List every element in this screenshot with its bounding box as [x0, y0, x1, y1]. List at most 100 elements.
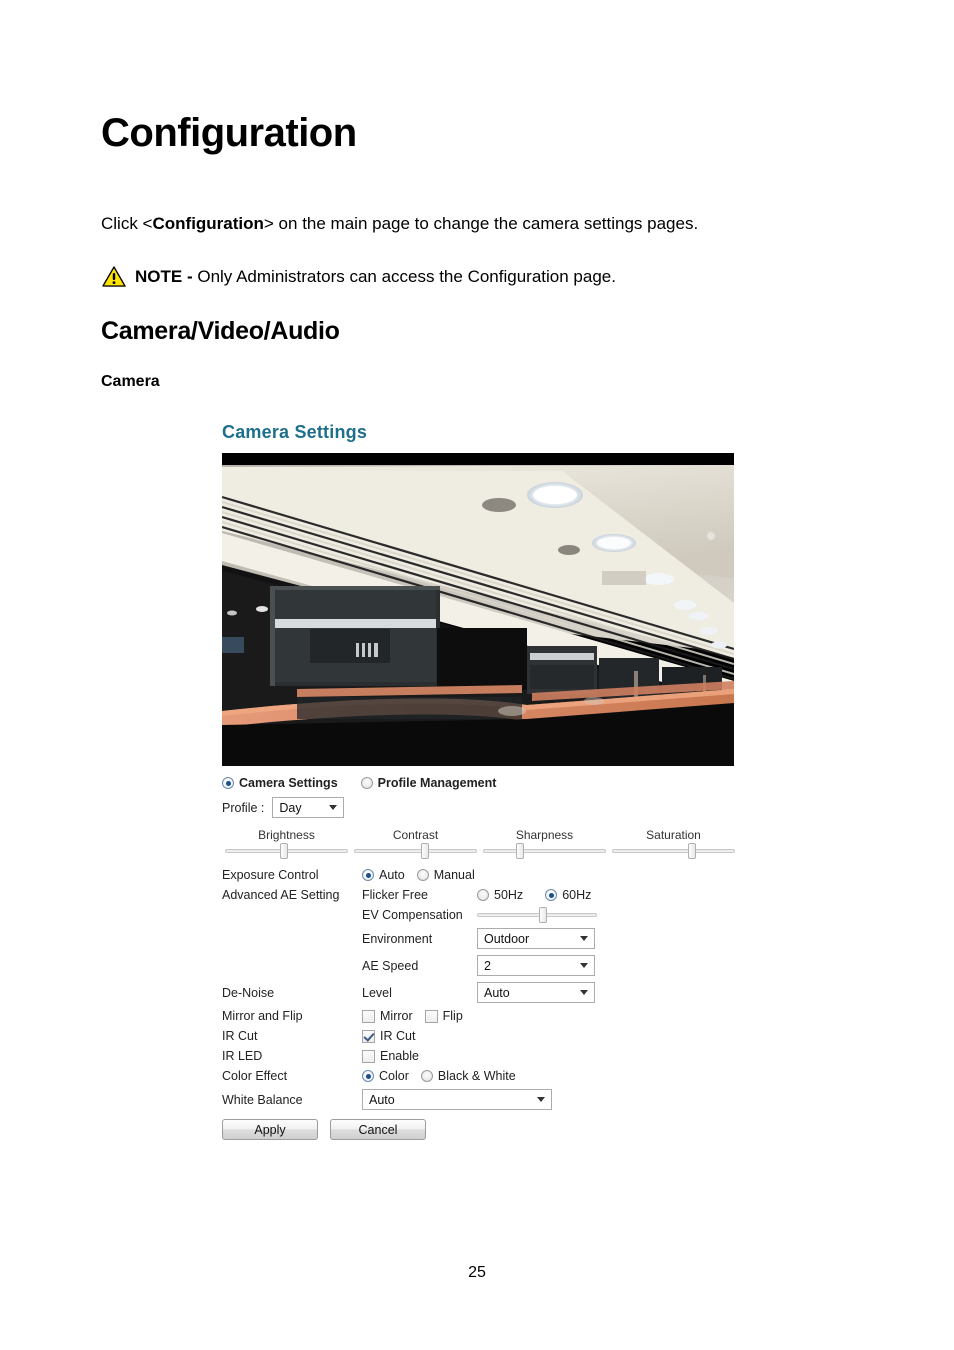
chevron-down-icon	[580, 936, 588, 941]
denoise-level-select[interactable]: Auto	[477, 982, 595, 1003]
ae-speed-select[interactable]: 2	[477, 955, 595, 976]
radio-exposure-manual[interactable]: Manual	[416, 868, 475, 882]
note-label: NOTE - Only Administrators can access th…	[135, 267, 616, 286]
radio-camera-settings[interactable]: Camera Settings	[222, 776, 338, 790]
radio-color[interactable]: Color	[362, 1069, 409, 1083]
checkbox-ir-cut[interactable]: IR Cut	[362, 1029, 415, 1043]
radio-exposure-auto-label: Auto	[379, 868, 405, 882]
slider-label-sharpness: Sharpness	[515, 828, 574, 842]
checkbox-ir-cut-box[interactable]	[362, 1029, 375, 1043]
intro-suffix: > on the main page to change the camera …	[263, 214, 699, 233]
intro-bold-term: Configuration	[152, 214, 264, 233]
slider-ev-track[interactable]	[477, 907, 597, 923]
slider-contrast-thumb[interactable]	[421, 843, 430, 859]
subsection-heading: Camera	[101, 373, 160, 390]
exposure-control-row: Exposure Control Auto Manual	[222, 868, 738, 882]
checkbox-mirror[interactable]: Mirror	[362, 1009, 413, 1023]
ir-led-row: IR LED Enable	[222, 1049, 738, 1063]
color-effect-label: Color Effect	[222, 1069, 288, 1083]
denoise-row: De-Noise Level Auto	[222, 982, 738, 1003]
video-preview-image	[222, 453, 734, 766]
radio-black-white-label: Black & White	[437, 1069, 516, 1083]
slider-brightness-thumb[interactable]	[280, 843, 289, 859]
slider-label-contrast: Contrast	[392, 828, 439, 842]
environment-row: Environment Outdoor	[222, 928, 738, 949]
white-balance-label: White Balance	[222, 1092, 303, 1107]
radio-flicker-60hz[interactable]: 60Hz	[545, 888, 591, 902]
ev-compensation-label: EV Compensation	[362, 908, 463, 922]
radio-color-label: Color	[379, 1069, 409, 1083]
checkbox-mirror-box[interactable]	[362, 1009, 375, 1023]
radio-flicker-50hz-icon[interactable]	[477, 889, 489, 901]
camera-settings-screenshot: Camera Settings Camera Settings Profile …	[222, 422, 738, 1140]
slider-sharpness-track[interactable]	[483, 843, 606, 859]
profile-row: Profile : Day	[222, 797, 738, 818]
white-balance-value: Auto	[369, 1092, 395, 1107]
mode-radio-group: Camera Settings Profile Management	[222, 776, 738, 790]
slider-contrast[interactable]	[351, 843, 480, 859]
flicker-free-label: Flicker Free	[362, 888, 428, 902]
environment-select-value: Outdoor	[484, 931, 530, 946]
radio-profile-management-label: Profile Management	[377, 776, 497, 790]
slider-ev-thumb[interactable]	[539, 907, 547, 923]
slider-label-brightness: Brightness	[258, 828, 315, 842]
ir-led-label: IR LED	[222, 1049, 263, 1063]
slider-saturation-track[interactable]	[612, 843, 735, 859]
intro-paragraph: Click <Configuration> on the main page t…	[101, 213, 698, 235]
form-actions: Apply Cancel	[222, 1119, 738, 1140]
slider-brightness[interactable]	[222, 843, 351, 859]
radio-camera-settings-icon[interactable]	[222, 777, 234, 789]
slider-sharpness-thumb[interactable]	[515, 843, 524, 859]
chevron-down-icon	[537, 1097, 545, 1102]
denoise-level-label: Level	[362, 985, 392, 1000]
chevron-down-icon	[329, 805, 338, 810]
slider-ev-compensation[interactable]	[477, 907, 597, 923]
white-balance-row: White Balance Auto	[222, 1089, 738, 1110]
checkbox-ir-led-label: Enable	[380, 1049, 419, 1063]
checkbox-flip[interactable]: Flip	[424, 1009, 463, 1023]
checkbox-ir-led-box[interactable]	[362, 1049, 375, 1063]
environment-label: Environment	[362, 931, 433, 946]
radio-color-icon[interactable]	[362, 1070, 374, 1082]
radio-exposure-auto-icon[interactable]	[362, 869, 374, 881]
slider-contrast-track[interactable]	[354, 843, 477, 859]
radio-flicker-50hz[interactable]: 50Hz	[477, 888, 523, 902]
section-heading: Camera/Video/Audio	[101, 317, 340, 345]
environment-select[interactable]: Outdoor	[477, 928, 595, 949]
profile-label: Profile :	[222, 800, 265, 815]
slider-brightness-track[interactable]	[225, 843, 348, 859]
ir-cut-label: IR Cut	[222, 1029, 258, 1043]
radio-black-white[interactable]: Black & White	[420, 1069, 516, 1083]
checkbox-ir-led-enable[interactable]: Enable	[362, 1049, 419, 1063]
mirror-flip-row: Mirror and Flip Mirror Flip	[222, 1009, 738, 1023]
radio-camera-settings-label: Camera Settings	[239, 776, 338, 790]
denoise-level-value: Auto	[484, 985, 510, 1000]
color-effect-row: Color Effect Color Black & White	[222, 1069, 738, 1083]
cancel-button[interactable]: Cancel	[330, 1119, 426, 1140]
checkbox-flip-box[interactable]	[424, 1009, 438, 1023]
checkbox-mirror-label: Mirror	[380, 1009, 413, 1023]
slider-label-saturation: Saturation	[646, 828, 701, 842]
slider-saturation[interactable]	[609, 843, 738, 859]
slider-saturation-thumb[interactable]	[687, 843, 696, 859]
apply-button[interactable]: Apply	[222, 1119, 318, 1140]
slider-sharpness[interactable]	[480, 843, 609, 859]
flicker-free-row: Advanced AE Setting Flicker Free 50Hz 60…	[222, 888, 738, 902]
checkbox-flip-label: Flip	[442, 1009, 463, 1023]
radio-flicker-50hz-label: 50Hz	[494, 888, 524, 902]
radio-profile-management-icon[interactable]	[360, 777, 373, 789]
radio-profile-management[interactable]: Profile Management	[360, 776, 497, 790]
checkbox-ir-cut-label: IR Cut	[380, 1029, 416, 1043]
radio-exposure-manual-icon[interactable]	[416, 869, 429, 881]
white-balance-select[interactable]: Auto	[362, 1089, 552, 1110]
exposure-control-label: Exposure Control	[222, 868, 319, 882]
radio-exposure-auto[interactable]: Auto	[362, 868, 405, 882]
radio-flicker-60hz-label: 60Hz	[562, 888, 592, 902]
ae-speed-label: AE Speed	[362, 958, 419, 973]
radio-flicker-60hz-icon[interactable]	[545, 889, 558, 901]
intro-prefix: Click <	[101, 214, 153, 233]
radio-black-white-icon[interactable]	[420, 1070, 433, 1082]
video-preview[interactable]	[222, 453, 734, 766]
profile-select-value: Day	[279, 800, 302, 815]
profile-select[interactable]: Day	[272, 797, 345, 818]
